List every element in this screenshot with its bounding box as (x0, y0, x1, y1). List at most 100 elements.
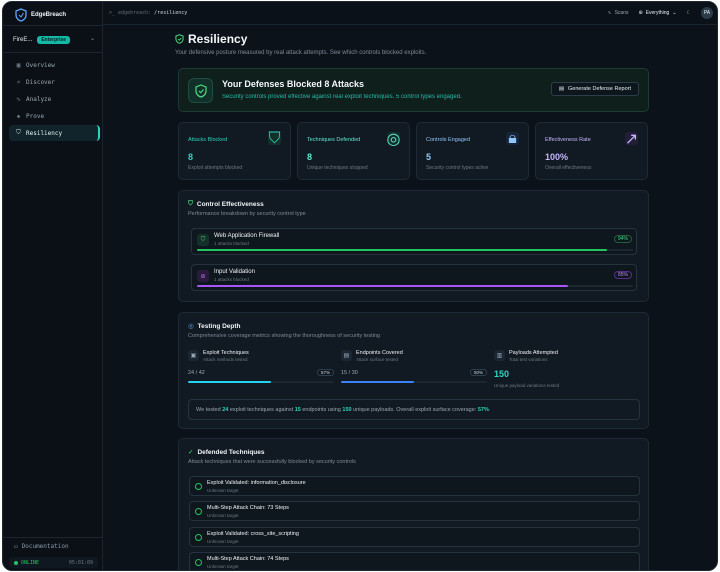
testing-depth-panel: ◎ Testing Depth Comprehensive coverage m… (178, 312, 649, 429)
payload-desc: Unique payload variations tested (494, 383, 560, 388)
stat-value: 5 (426, 152, 432, 162)
topbar-actions: ∿ Scans ⊕ Everything ⌄ ☾ PA (607, 7, 713, 19)
sidebar-item-analyze[interactable]: ∿ Analyze (9, 91, 100, 107)
stat-card-controls-engaged: Controls Engaged 5 Security control type… (416, 122, 529, 180)
depth-name: Exploit Techniques (203, 350, 249, 356)
defended-technique-item[interactable]: Exploit Validated: information_disclosur… (189, 476, 640, 496)
defended-technique-item[interactable]: Exploit Validated: cross_site_scripting … (189, 527, 640, 547)
progress-track (197, 249, 633, 251)
connection-status: ONLINE 05:01:09 (9, 557, 98, 568)
avatar[interactable]: PA (701, 7, 713, 19)
control-percent: 85% (613, 271, 632, 279)
stat-label: Controls Engaged (426, 137, 471, 143)
sidebar-item-label: Resiliency (26, 129, 63, 137)
depth-count: 24 / 42 (188, 370, 205, 376)
app-window: EdgeBreach FireE... Enterprise ⌄ ▦ Overv… (2, 1, 718, 571)
defended-technique-item[interactable]: Multi-Step Attack Chain: 73 Steps Unknow… (189, 501, 640, 521)
org-switcher[interactable]: FireE... Enterprise ⌄ (10, 31, 98, 49)
technique-name: Exploit Validated: cross_site_scripting (207, 531, 299, 537)
depth-name: Payloads Attempted (509, 350, 558, 356)
control-name: Input Validation (214, 269, 255, 275)
summary-text: We tested (196, 406, 223, 413)
technique-name: Multi-Step Attack Chain: 74 Steps (207, 556, 289, 562)
progress-fill (197, 249, 607, 251)
check-circle-icon (195, 483, 202, 490)
depth-name: Endpoints Covered (356, 350, 403, 356)
sidebar-item-label: Discover (26, 78, 55, 86)
org-name: FireE... (13, 37, 33, 43)
depth-percent: 57% (316, 369, 334, 376)
sidebar-divider (3, 25, 103, 26)
progress-track (188, 381, 334, 383)
documentation-link[interactable]: ▭ Documentation (14, 543, 69, 550)
control-row-input-validation[interactable]: ⊘ Input Validation 1 attacks blocked 85% (191, 264, 637, 291)
technique-name: Multi-Step Attack Chain: 73 Steps (207, 505, 289, 511)
theme-toggle[interactable]: ☾ (687, 10, 691, 16)
technique-target: Unknown target (207, 488, 239, 493)
progress-fill (341, 381, 414, 383)
section-title-text: Control Effectiveness (196, 200, 264, 208)
status-time: 05:01:09 (68, 559, 93, 566)
shield-icon: ⛉ (268, 129, 281, 147)
sidebar-item-discover[interactable]: ⌕ Discover (9, 74, 100, 90)
lock-icon: 🔒︎ (506, 130, 519, 147)
trending-up-icon: ↗ (624, 130, 639, 148)
stat-card-attacks-blocked: Attacks Blocked 8 Exploit attempts block… (178, 122, 291, 180)
defended-techniques-panel: ✓ Defended Techniques Attack techniques … (178, 438, 649, 570)
main-content: Resiliency Your defensive posture measur… (175, 32, 649, 570)
shield-check-icon (175, 34, 184, 44)
sidebar-item-prove[interactable]: ◈ Prove (9, 108, 100, 124)
control-row-waf[interactable]: ⛉ Web Application Firewall 1 attacks blo… (191, 228, 637, 255)
activity-icon: ∿ (15, 95, 22, 103)
app-logo[interactable]: EdgeBreach (15, 8, 66, 22)
scope-value: Everything (645, 10, 670, 16)
section-title: ⛉ Control Effectiveness (188, 200, 264, 208)
summary-number: 150 (342, 406, 352, 413)
technique-name: Exploit Validated: information_disclosur… (207, 480, 306, 486)
breadcrumb-root[interactable]: edgebreach: (118, 10, 151, 16)
sidebar-nav: ▦ Overview ⌕ Discover ∿ Analyze ◈ Prove … (9, 57, 100, 142)
stat-value: 8 (188, 152, 194, 162)
generate-report-label: Generate Defense Report (568, 86, 631, 92)
globe-icon: ⊕ (638, 10, 643, 16)
stat-desc: Security control types active (426, 165, 489, 171)
bar-chart-icon: ▥ (494, 350, 505, 361)
summary-text: endpoints using (300, 406, 343, 413)
banner-title: Your Defenses Blocked 8 Attacks (222, 79, 365, 89)
sidebar-divider (3, 537, 103, 538)
moon-icon: ☾ (686, 10, 691, 16)
summary-number: 57% (477, 406, 489, 413)
stat-label: Techniques Defended (307, 137, 361, 143)
document-icon: ▤ (558, 86, 565, 92)
section-subtitle: Attack techniques that were successfully… (188, 459, 356, 465)
stat-card-effectiveness-rate: Effectiveness Rate 100% Overall effectiv… (535, 122, 648, 180)
breadcrumb-current: /resiliency (154, 10, 188, 16)
terminal-icon: >_ (109, 10, 119, 16)
generate-report-button[interactable]: ▤ Generate Defense Report (550, 82, 639, 96)
sidebar-item-resiliency[interactable]: ⛉ Resiliency (9, 125, 100, 141)
stat-card-techniques-defended: Techniques Defended 8 Unique techniques … (297, 122, 410, 180)
progress-track (197, 285, 633, 287)
chevron-down-icon: ⌄ (672, 10, 677, 16)
shield-check-icon: ⛉ (16, 129, 21, 136)
scope-select[interactable]: ⊕ Everything ⌄ (638, 10, 676, 16)
topbar: >_ edgebreach: /resiliency ∿ Scans ⊕ Eve… (103, 2, 717, 25)
activity-icon: ∿ (607, 10, 612, 16)
page-header: Resiliency (175, 32, 649, 46)
shield-icon: ⛉ (188, 200, 193, 207)
sidebar-item-label: Analyze (26, 95, 52, 103)
defended-technique-item[interactable]: Multi-Step Attack Chain: 74 Steps Unknow… (189, 552, 640, 570)
documentation-label: Documentation (21, 543, 69, 550)
banner-subtitle: Security controls proved effective again… (222, 94, 462, 100)
payload-count: 150 (494, 369, 510, 379)
scans-button[interactable]: ∿ Scans (607, 10, 628, 16)
control-effectiveness-panel: ⛉ Control Effectiveness Performance brea… (178, 190, 649, 302)
section-title-text: Defended Techniques (197, 448, 265, 456)
depth-sub: Total test variations (509, 357, 548, 362)
depth-sub: Attack surface tested (356, 357, 399, 362)
scans-label: Scans (614, 10, 629, 16)
sidebar-item-overview[interactable]: ▦ Overview (9, 57, 100, 73)
document-icon: ▤ (341, 350, 352, 361)
section-title: ◎ Testing Depth (188, 322, 241, 331)
stat-value: 100% (545, 152, 569, 162)
